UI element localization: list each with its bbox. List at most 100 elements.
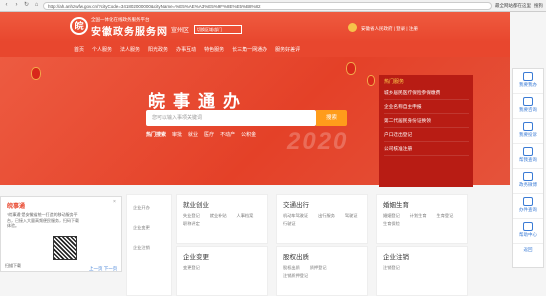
national-emblem-icon [348,23,357,32]
main-nav: 首页 个人服务 法人服务 阳光政务 办事互动 特色服务 长三角一网通办 服务好差… [0,42,510,57]
hot-word[interactable]: 就业 [188,131,198,138]
hot-service-item[interactable]: 企业名称自主申报 [384,100,469,114]
card-link[interactable]: 生育保险 [383,221,400,227]
search-input[interactable]: 您可以输入事项关键词 [146,110,316,126]
side-item[interactable]: 我要我办 [513,69,543,94]
service-card[interactable]: 交通出行 机动车驾驶证 出行服务 驾驶证行驶证 [276,194,368,244]
service-card[interactable]: 企业注销 注销登记 [376,246,468,296]
hot-search-label: 热门搜索 [146,132,167,138]
side-label: 办件查询 [519,207,537,212]
app-download-popup: × 皖事通 “皖事通”是安徽省统一打造的移动服务平台，已接入大量高频便民服务，扫… [0,196,122,272]
side-label: 政务微博 [519,182,537,187]
side-item[interactable]: 返回 [513,244,543,269]
popup-title: 皖事通 [7,204,26,210]
nav-evaluation[interactable]: 服务好差评 [275,46,300,53]
search-engine-label: 搜狗 [534,2,543,8]
service-card[interactable]: 婚姻生育 婚姻登记 计划生育 生育登记 生育保险 [376,194,468,244]
card-link[interactable]: 股权出质 [283,265,300,271]
hot-service-item[interactable]: 户口迁出登记 [384,128,469,142]
card-title: 交通出行 [283,202,309,209]
side-label: 帮我查询 [519,157,537,162]
lantern-decoration [346,62,356,75]
card-link[interactable]: 就业补贴 [210,213,227,219]
card-link[interactable]: 企业开办 [133,205,165,211]
card-link[interactable]: 生育登记 [437,213,454,219]
card-title: 企业变更 [183,254,209,261]
qr-code [53,236,77,260]
card-title: 就业创业 [183,202,209,209]
side-label: 帮助中心 [519,232,537,237]
user-icon [523,72,533,81]
side-item[interactable]: 办件查询 [513,194,543,219]
gov-link[interactable]: 安徽省人民政府 [361,26,393,31]
hot-service-item[interactable]: 第二代居民身份证换领 [384,114,469,128]
side-item[interactable]: 我要咨询 [513,94,543,119]
pager-links[interactable]: 上一页 下一页 [89,266,117,272]
card-link[interactable]: 出行服务 [318,213,335,219]
region-select[interactable]: 切换区域/部门 [194,25,242,34]
card-link[interactable]: 婚姻登记 [383,213,400,219]
side-item[interactable]: 帮助中心 [513,219,543,244]
site-name[interactable]: 安徽政务服务网 [91,23,168,38]
service-card[interactable]: 企业变更 变更登记 [176,246,268,296]
service-card[interactable]: 股权出质 股权出质 质押登记 注销质押登记 [276,246,368,296]
weibo-icon [523,172,533,181]
service-card[interactable]: 就业创业 失业登记 就业补贴 人事档案职称评定 [176,194,268,244]
forward-icon[interactable]: › [13,2,20,9]
close-icon[interactable]: × [113,199,119,205]
hot-service-item[interactable]: 城乡居民医疗保险参保缴费 [384,86,469,100]
card-link[interactable]: 注销登记 [383,265,400,271]
region-label: 宣州区 [171,28,190,34]
card-link[interactable]: 企业变更 [133,225,165,231]
nav-yrd[interactable]: 长三角一网通办 [232,46,267,53]
register-link[interactable]: 注册 [409,26,418,31]
document-icon [523,197,533,206]
service-card-partial[interactable]: 企业开办企业变更企业注销 [126,194,172,296]
card-link[interactable]: 机动车驾驶证 [283,213,308,219]
nav-special[interactable]: 特色服务 [204,46,224,53]
hot-word[interactable]: 医疗 [204,131,214,138]
card-link[interactable]: 职称评定 [183,221,200,227]
hot-service-item[interactable]: 公司核准注册 [384,142,469,156]
refresh-icon[interactable]: ↻ [23,2,30,9]
banner-title: 皖事通办 [148,92,248,111]
side-item[interactable]: 政务微博 [513,169,543,194]
card-link[interactable]: 人事档案 [237,213,254,219]
popup-caption: 扫描下载 [5,263,21,268]
card-link[interactable]: 变更登记 [183,265,200,271]
side-item[interactable]: 帮我查询 [513,144,543,169]
lantern-decoration [367,75,375,86]
search-button[interactable]: 搜索 [316,110,347,126]
card-link[interactable]: 计划生育 [410,213,427,219]
nav-interaction[interactable]: 办事互动 [176,46,196,53]
card-link[interactable]: 质押登记 [310,265,327,271]
side-item[interactable]: 我要投诉 [513,119,543,144]
hot-word[interactable]: 公积金 [241,131,256,138]
card-link[interactable]: 行驶证 [283,221,296,227]
login-link[interactable]: 登录 [396,26,405,31]
card-link[interactable]: 失业登记 [183,213,200,219]
browser-toolbar: ‹ › ↻ ⌂ http://ah.anhzwfw.gov.cn/?cityCo… [0,0,546,12]
nav-personal[interactable]: 个人服务 [92,46,112,53]
query-icon [523,147,533,156]
back-icon[interactable]: ‹ [3,2,10,9]
user-links: 安徽省人民政府 | 登录 | 注册 [361,26,418,31]
card-link[interactable]: 企业注销 [133,245,165,251]
hot-search-words: 热门搜索 审批 就业 医疗 不动产 公积金 [146,131,256,138]
popup-body: “皖事通”是安徽省统一打造的移动服务平台，已接入大量高频便民服务，扫码下载体验。 [7,212,79,228]
complaint-icon [523,122,533,131]
site-logo[interactable]: 皖 [70,17,88,35]
help-icon [523,222,533,231]
card-link[interactable]: 注销质押登记 [283,273,308,279]
address-bar[interactable]: http://ah.anhzwfw.gov.cn/?cityCode=34180… [43,1,492,10]
chat-icon [523,97,533,106]
browser-search[interactable]: 最全网站都在这里 搜狗 [495,3,543,9]
nav-legal[interactable]: 法人服务 [120,46,140,53]
card-link[interactable]: 驾驶证 [345,213,358,219]
hot-word[interactable]: 审批 [172,131,182,138]
side-label: 返回 [523,247,533,252]
home-icon[interactable]: ⌂ [33,2,40,9]
nav-government[interactable]: 阳光政务 [148,46,168,53]
hot-word[interactable]: 不动产 [220,131,235,138]
nav-home[interactable]: 首页 [74,46,84,53]
